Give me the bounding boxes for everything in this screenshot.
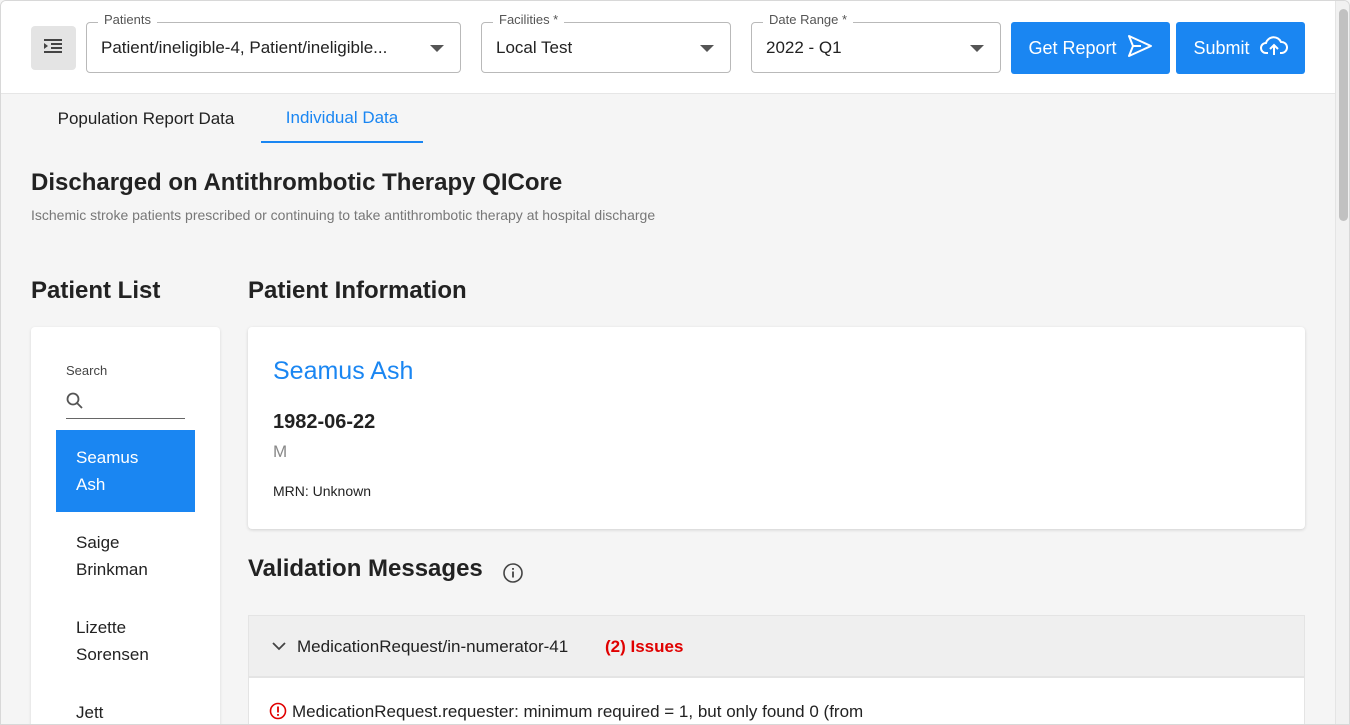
patient-sex: M — [273, 442, 288, 461]
patient-first-name: Jett — [76, 703, 104, 722]
chevron-down-icon — [430, 45, 444, 52]
facilities-select[interactable]: Facilities * Local Test — [481, 12, 731, 73]
issue-count: (2) Issues — [605, 637, 684, 656]
chevron-down-icon — [700, 45, 714, 52]
search-input[interactable] — [66, 385, 185, 419]
patient-list-item[interactable]: Jett — [56, 685, 195, 724]
search-label: Search — [66, 363, 108, 378]
submit-button[interactable]: Submit — [1176, 22, 1305, 74]
patient-list-item[interactable]: Seamus Ash — [56, 430, 195, 512]
info-icon[interactable] — [502, 562, 524, 589]
patient-last-name: Brinkman — [76, 560, 148, 579]
patient-first-name: Saige — [76, 533, 120, 552]
patient-list-item[interactable]: Lizette Sorensen — [56, 600, 195, 682]
tab-label: Population Report Data — [57, 108, 235, 128]
patient-last-name: Ash — [76, 475, 106, 494]
patient-list-panel: Search Seamus Ash Saige Brinkman Lizette… — [31, 327, 220, 724]
date-range-select[interactable]: Date Range * 2022 - Q1 — [751, 12, 1001, 73]
validation-issue-body: MedicationRequest.requester: minimum req… — [248, 677, 1305, 724]
measure-description: Ischemic stroke patients prescribed or c… — [31, 207, 656, 223]
date-range-label: Date Range * — [763, 12, 854, 27]
validation-resource: MedicationRequest/in-numerator-41 — [297, 637, 569, 656]
patients-select[interactable]: Patients Patient/ineligible-4, Patient/i… — [86, 12, 461, 73]
chevron-down-icon — [271, 638, 287, 659]
patient-dob: 1982-06-22 — [273, 411, 376, 433]
patient-list-title: Patient List — [31, 277, 161, 304]
patient-mrn: MRN: Unknown — [273, 483, 372, 499]
menu-toggle-button[interactable] — [31, 26, 76, 70]
tab-population-report-data[interactable]: Population Report Data — [31, 94, 261, 143]
facilities-value: Local Test — [496, 38, 573, 57]
patient-info-card: Seamus Ash 1982-06-22 M MRN: Unknown — [248, 327, 1305, 529]
tab-label: Individual Data — [285, 107, 399, 127]
tab-individual-data[interactable]: Individual Data — [261, 94, 423, 143]
app-window: Patients Patient/ineligible-4, Patient/i… — [0, 0, 1350, 725]
patient-first-name: Seamus — [76, 448, 139, 467]
vertical-scrollbar[interactable] — [1335, 1, 1349, 724]
patient-information-title: Patient Information — [248, 277, 467, 304]
menu-indent-icon — [43, 38, 64, 59]
patient-list-item[interactable]: Saige Brinkman — [56, 515, 195, 597]
date-range-value: 2022 - Q1 — [766, 38, 842, 57]
get-report-button[interactable]: Get Report — [1011, 22, 1170, 74]
patient-last-name: Sorensen — [76, 645, 149, 664]
error-icon — [269, 702, 287, 724]
validation-messages-title: Validation Messages — [248, 555, 483, 582]
patient-name: Seamus Ash — [273, 357, 414, 385]
submit-label: Submit — [1193, 37, 1250, 58]
search-icon — [66, 392, 83, 414]
chevron-down-icon — [970, 45, 984, 52]
cloud-upload-icon — [1259, 35, 1288, 62]
validation-message: MedicationRequest.requester: minimum req… — [292, 702, 864, 721]
patients-value: Patient/ineligible-4, Patient/ineligible… — [101, 38, 388, 57]
top-bar: Patients Patient/ineligible-4, Patient/i… — [1, 1, 1335, 94]
facilities-label: Facilities * — [493, 12, 565, 27]
measure-title: Discharged on Antithrombotic Therapy QIC… — [31, 169, 563, 196]
scrollbar-thumb[interactable] — [1339, 9, 1348, 221]
patients-label: Patients — [98, 12, 157, 27]
patient-first-name: Lizette — [76, 618, 127, 637]
send-icon — [1127, 34, 1153, 63]
get-report-label: Get Report — [1028, 37, 1117, 58]
validation-issue-header[interactable]: MedicationRequest/in-numerator-41 (2) Is… — [248, 615, 1305, 677]
